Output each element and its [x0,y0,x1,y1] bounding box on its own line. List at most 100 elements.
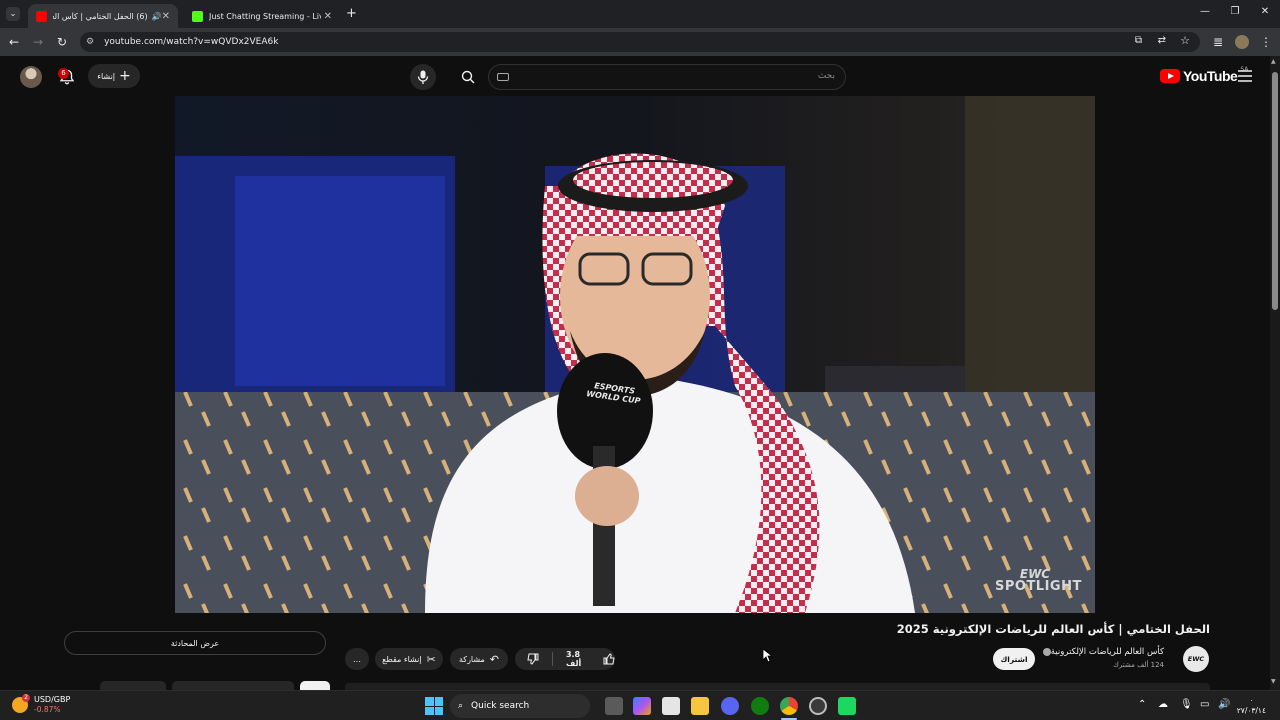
ticker-change: -0.87% [34,705,61,714]
new-tab-button[interactable]: + [346,6,357,21]
like-dislike-group: 3.8 ألف [515,648,615,670]
like-thumb-icon[interactable] [603,653,615,665]
search-button[interactable] [450,64,486,90]
account-avatar[interactable] [20,66,42,88]
profile-avatar[interactable] [1235,35,1249,49]
tray-overflow-icon[interactable]: ⌃ [1138,699,1146,710]
share-button[interactable]: مشاركة ↶ [450,648,508,670]
notification-badge: 6 [58,68,69,79]
page-scrollbar[interactable]: ▲ ▼ [1270,56,1280,690]
scissors-icon: ✂ [426,652,436,666]
subscriber-count: 124 ألف مشترك [1113,661,1164,669]
dislike-thumb-icon[interactable] [527,653,539,665]
tab-search-button[interactable]: ⌄ [6,7,20,21]
site-info-icon[interactable]: ⚙ [86,37,94,47]
keyboard-icon[interactable] [497,73,509,81]
obs-icon[interactable] [809,697,827,715]
verified-badge-icon [1042,647,1051,656]
browser-menu-icon[interactable]: ⋮ [1258,34,1274,50]
reload-icon[interactable]: ↻ [54,34,70,50]
reading-list-icon[interactable]: ≣ [1210,34,1226,50]
network-icon[interactable]: ▭ [1200,699,1209,710]
onedrive-icon[interactable]: ☁ [1158,699,1168,710]
system-clock[interactable]: · ٢٧/٠٣/١٤ [1237,697,1266,715]
like-count[interactable]: 3.8 ألف [566,650,598,668]
speaker-icon: 🔊 [151,11,162,21]
ticker-icon: 2 [12,694,30,713]
youtube-header: إنشاء + بحث YouTube SA [0,56,1280,96]
create-button[interactable]: إنشاء + [88,64,140,88]
voice-search-button[interactable] [410,64,436,90]
microphone-tray-icon[interactable]: 🎙 [1180,699,1193,710]
chat-toggle-label: عرض المحادثة [170,638,220,648]
video-details: الحفل الختامي | كأس العالم للرياضات الإل… [0,613,1270,691]
logo-wordmark: YouTube [1183,68,1238,84]
tab-title: (6) الحفل الختامي | كأس العالم [53,11,148,21]
translate-icon[interactable]: ⇄ [1158,35,1166,46]
close-window-icon[interactable]: ✕ [1250,6,1280,17]
tab-title: Just Chatting Streaming - Live [209,11,321,21]
ticker-symbol: USD/GBP [34,695,71,704]
url-text: youtube.com/watch?v=wQVDx2VEA6k [104,37,279,47]
spotlight-text: SPOTLIGHT [995,579,1082,594]
back-icon[interactable]: ← [6,34,22,50]
forward-icon[interactable]: → [30,34,46,50]
store-icon[interactable] [662,697,680,715]
copilot-icon[interactable] [633,697,651,715]
search-icon [461,70,475,84]
subscribe-button[interactable]: اشتراك [993,648,1035,670]
xbox-icon[interactable] [751,697,769,715]
clock-date: ٢٧/٠٣/١٤ [1236,706,1266,715]
scroll-up-icon[interactable]: ▲ [1271,58,1276,65]
discord-icon[interactable] [721,697,739,715]
search-input[interactable]: بحث [488,64,846,90]
channel-name[interactable]: كأس العالم للرياضات الإلكترونية [1040,647,1164,657]
plus-icon: + [119,68,131,84]
like-divider [551,652,553,666]
share-arrow-icon: ↶ [489,652,500,666]
channel-name-text: كأس العالم للرياضات الإلكترونية [1050,647,1164,657]
taskbar-search-box[interactable]: ⌕ Quick search [450,694,590,718]
youtube-play-logo-icon [1160,69,1180,83]
more-dots-icon: … [353,654,361,664]
scrollbar-thumb[interactable] [1272,72,1278,310]
channel-avatar[interactable]: EWC [1183,646,1209,672]
close-tab-icon[interactable]: ✕ [162,11,170,22]
scroll-down-icon[interactable]: ▼ [1271,678,1276,685]
browser-tab-strip: ⌄ (6) الحفل الختامي | كأس العالم 🔊 ✕ Jus… [0,0,1280,28]
clock-time-icon: · [1250,697,1253,705]
more-actions-button[interactable]: … [345,648,369,670]
video-player[interactable]: ESPORTS WORLD CUP EWC SPOTLIGHT [175,96,1095,613]
youtube-icon [36,10,47,22]
tab-youtube[interactable]: (6) الحفل الختامي | كأس العالم 🔊 ✕ [28,4,178,28]
hamburger-menu-icon[interactable] [1238,70,1252,82]
create-label: إنشاء [97,71,116,81]
volume-icon[interactable]: 🔊 [1218,699,1230,710]
search-placeholder: بحث [817,71,835,81]
browser-toolbar: ← → ↻ ⚙ youtube.com/watch?v=wQVDx2VEA6k … [0,28,1280,56]
clip-button[interactable]: إنشاء مقطع ✂ [375,648,443,670]
windows-start-icon[interactable] [425,697,443,715]
bookmark-star-icon[interactable]: ☆ [1180,34,1190,47]
video-frame [175,96,1095,613]
tab-kick[interactable]: Just Chatting Streaming - Live ✕ [184,4,340,28]
stock-ticker-widget[interactable]: 2 USD/GBP -0.87% [12,694,71,715]
maximize-icon[interactable]: ❐ [1220,6,1250,17]
close-tab-icon[interactable]: ✕ [324,11,332,22]
file-explorer-icon[interactable] [691,697,709,715]
task-view-icon[interactable] [605,697,623,715]
ewc-spotlight-watermark: EWC SPOTLIGHT [995,568,1082,594]
minimize-icon[interactable]: — [1190,6,1220,17]
video-title: الحفل الختامي | كأس العالم للرياضات الإل… [896,622,1210,636]
youtube-logo[interactable]: YouTube SA [1160,66,1248,84]
share-label: مشاركة [458,654,485,664]
windows-taskbar: 2 USD/GBP -0.87% ⌕ Quick search ⌃ ☁ 🎙 ▭ … [0,690,1280,720]
search-icon: ⌕ [458,701,464,711]
taskbar-search-label: Quick search [471,701,530,711]
microphone-icon [417,70,429,84]
app-icon[interactable] [838,697,856,715]
address-bar[interactable]: ⚙ youtube.com/watch?v=wQVDx2VEA6k ⧉ ⇄ ☆ [80,32,1200,52]
show-chat-button[interactable]: عرض المحادثة [64,631,326,655]
cast-icon[interactable]: ⧉ [1135,35,1142,46]
chrome-icon[interactable] [780,697,798,715]
